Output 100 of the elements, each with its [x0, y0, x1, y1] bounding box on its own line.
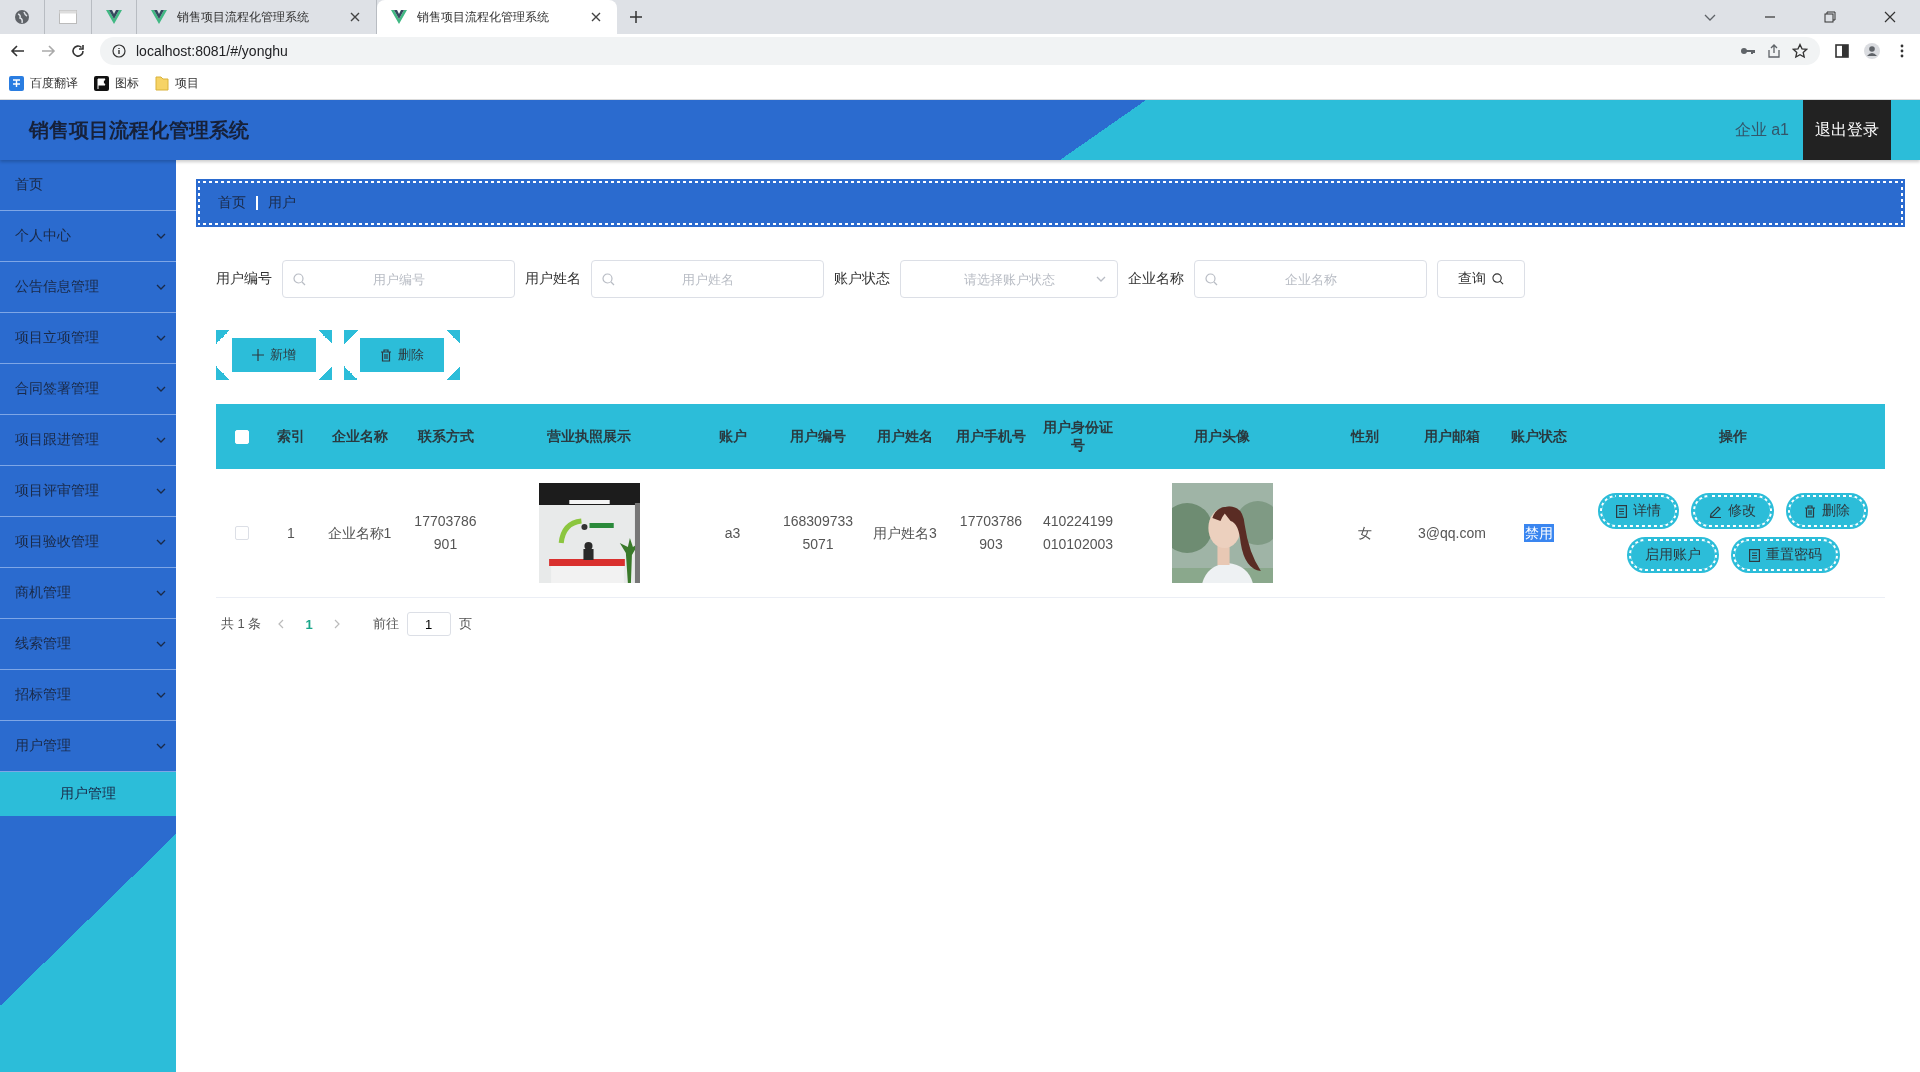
select-all-checkbox[interactable] — [234, 429, 249, 444]
column-header: 用户姓名 — [876, 427, 934, 446]
document-icon — [1616, 504, 1627, 518]
chevron-down-icon — [156, 488, 166, 494]
v-logo-icon — [106, 10, 122, 24]
restore-icon[interactable] — [1822, 9, 1838, 25]
add-button[interactable]: 新增 — [216, 330, 332, 380]
query-button[interactable]: 查询 — [1437, 260, 1525, 298]
chevron-down-icon — [156, 284, 166, 290]
column-header: 性别 — [1349, 427, 1380, 446]
globe-icon — [14, 9, 30, 25]
search-field[interactable]: 企业名称 — [1194, 260, 1427, 298]
chevron-down-icon — [156, 692, 166, 698]
column-header: 索引 — [276, 427, 306, 446]
table-cell-text: 3@qq.com — [1417, 523, 1487, 543]
column-header: 用户邮箱 — [1423, 427, 1481, 446]
url-text: localhost:8081/#/yonghu — [136, 43, 288, 59]
close-icon[interactable] — [1882, 9, 1898, 25]
bookmark-link[interactable]: 图标 — [115, 75, 139, 92]
table-cell-text: 1 — [286, 523, 296, 543]
back-arrow-icon[interactable] — [10, 43, 26, 59]
sidebar-subitem[interactable]: 用户管理 — [0, 772, 176, 816]
chevron-down-icon — [156, 743, 166, 749]
breadcrumb-link[interactable]: 用户 — [268, 194, 296, 212]
bookmark-link[interactable]: 百度翻译 — [30, 75, 78, 92]
plain-button[interactable]: 启用账户 — [1627, 538, 1718, 572]
row-checkbox[interactable] — [234, 526, 249, 540]
table-cell-text: 17703786903 — [958, 512, 1024, 554]
search-icon — [1205, 272, 1218, 286]
column-header: 用户手机号 — [955, 427, 1027, 446]
search-icon — [602, 272, 615, 286]
column-header: 企业名称 — [330, 427, 389, 446]
chevron-down-icon — [156, 233, 166, 239]
filter-label: 用户姓名 — [525, 270, 581, 288]
page-number[interactable]: 1 — [301, 616, 317, 632]
filter-label: 账户状态 — [834, 270, 890, 288]
search-icon — [1492, 273, 1504, 285]
page-icon — [59, 10, 77, 24]
column-header: 用户头像 — [1193, 427, 1251, 446]
flag-icon — [94, 76, 109, 91]
table-cell-text: 女 — [1357, 523, 1373, 543]
trash-icon — [380, 348, 392, 362]
bookmark-link[interactable]: 项目 — [175, 75, 199, 92]
v-logo-icon — [391, 10, 407, 24]
profile-icon[interactable] — [1864, 43, 1880, 59]
column-header: 营业执照展示 — [546, 427, 632, 446]
page-input[interactable]: 1 — [406, 612, 451, 636]
chevron-down-icon — [156, 641, 166, 647]
user-name: 企业 a1 — [1734, 119, 1789, 140]
search-icon — [293, 272, 306, 286]
column-header: 账户状态 — [1510, 427, 1568, 446]
page-suffix: 页 — [458, 615, 472, 633]
table-cell-text: 17703786901 — [413, 512, 478, 554]
table-cell-text: 用户姓名3 — [872, 523, 938, 543]
chevron-down-icon — [156, 437, 166, 443]
star-icon[interactable] — [1792, 43, 1808, 59]
address-bar[interactable]: localhost:8081/#/yonghu — [100, 37, 1820, 65]
search-field[interactable]: 用户姓名 — [591, 260, 824, 298]
detail-button[interactable]: 详情 — [1599, 494, 1678, 528]
close-icon[interactable] — [348, 10, 362, 24]
column-header: 联系方式 — [416, 427, 475, 446]
chevron-down-icon — [156, 386, 166, 392]
status-select[interactable]: 请选择账户状态 — [900, 260, 1118, 298]
reload-icon[interactable] — [70, 43, 86, 59]
delete-button[interactable]: 删除 — [344, 330, 460, 380]
table-cell-text: 企业名称1 — [326, 523, 393, 543]
v-logo-icon — [151, 10, 167, 24]
chevron-down-icon — [156, 539, 166, 545]
side-panel-icon[interactable] — [1834, 43, 1850, 59]
search-field[interactable]: 用户编号 — [282, 260, 515, 298]
status-text: 禁用 — [1524, 523, 1554, 542]
filter-label: 用户编号 — [216, 270, 272, 288]
chevron-down-icon — [156, 590, 166, 596]
translate-icon — [9, 76, 24, 91]
edit-button[interactable]: 修改 — [1692, 494, 1773, 528]
column-header: 用户编号 — [789, 427, 847, 446]
column-header: 操作 — [1718, 427, 1748, 446]
filter-label: 企业名称 — [1128, 270, 1184, 288]
close-icon[interactable] — [589, 10, 603, 24]
trash-icon — [1804, 504, 1816, 518]
share-icon[interactable] — [1766, 43, 1782, 59]
breadcrumb-link[interactable]: 首页 — [218, 194, 246, 212]
table-cell-text: a3 — [723, 523, 742, 543]
table-cell-text: 1683097335071 — [781, 512, 855, 554]
chevron-down-icon — [156, 335, 166, 341]
chevron-down-icon — [1096, 276, 1106, 282]
logout-button[interactable]: 退出登录 — [1803, 100, 1891, 160]
new-tab-icon[interactable] — [629, 10, 643, 24]
browser-tab[interactable]: 销售项目流程化管理系统 — [377, 0, 617, 34]
delete-button[interactable]: 删除 — [1787, 494, 1867, 528]
column-header: 用户身份证号 — [1042, 418, 1114, 455]
pencil-icon — [1709, 504, 1722, 518]
info-icon[interactable] — [112, 44, 126, 58]
document-icon — [1748, 548, 1760, 562]
table-cell-text: 410224199010102003 — [1041, 512, 1115, 554]
column-header: 账户 — [717, 427, 748, 446]
reset-button[interactable]: 重置密码 — [1731, 538, 1839, 572]
plus-icon — [252, 349, 264, 361]
app-title: 销售项目流程化管理系统 — [29, 117, 249, 143]
total-count: 共 1 条 — [221, 615, 262, 633]
